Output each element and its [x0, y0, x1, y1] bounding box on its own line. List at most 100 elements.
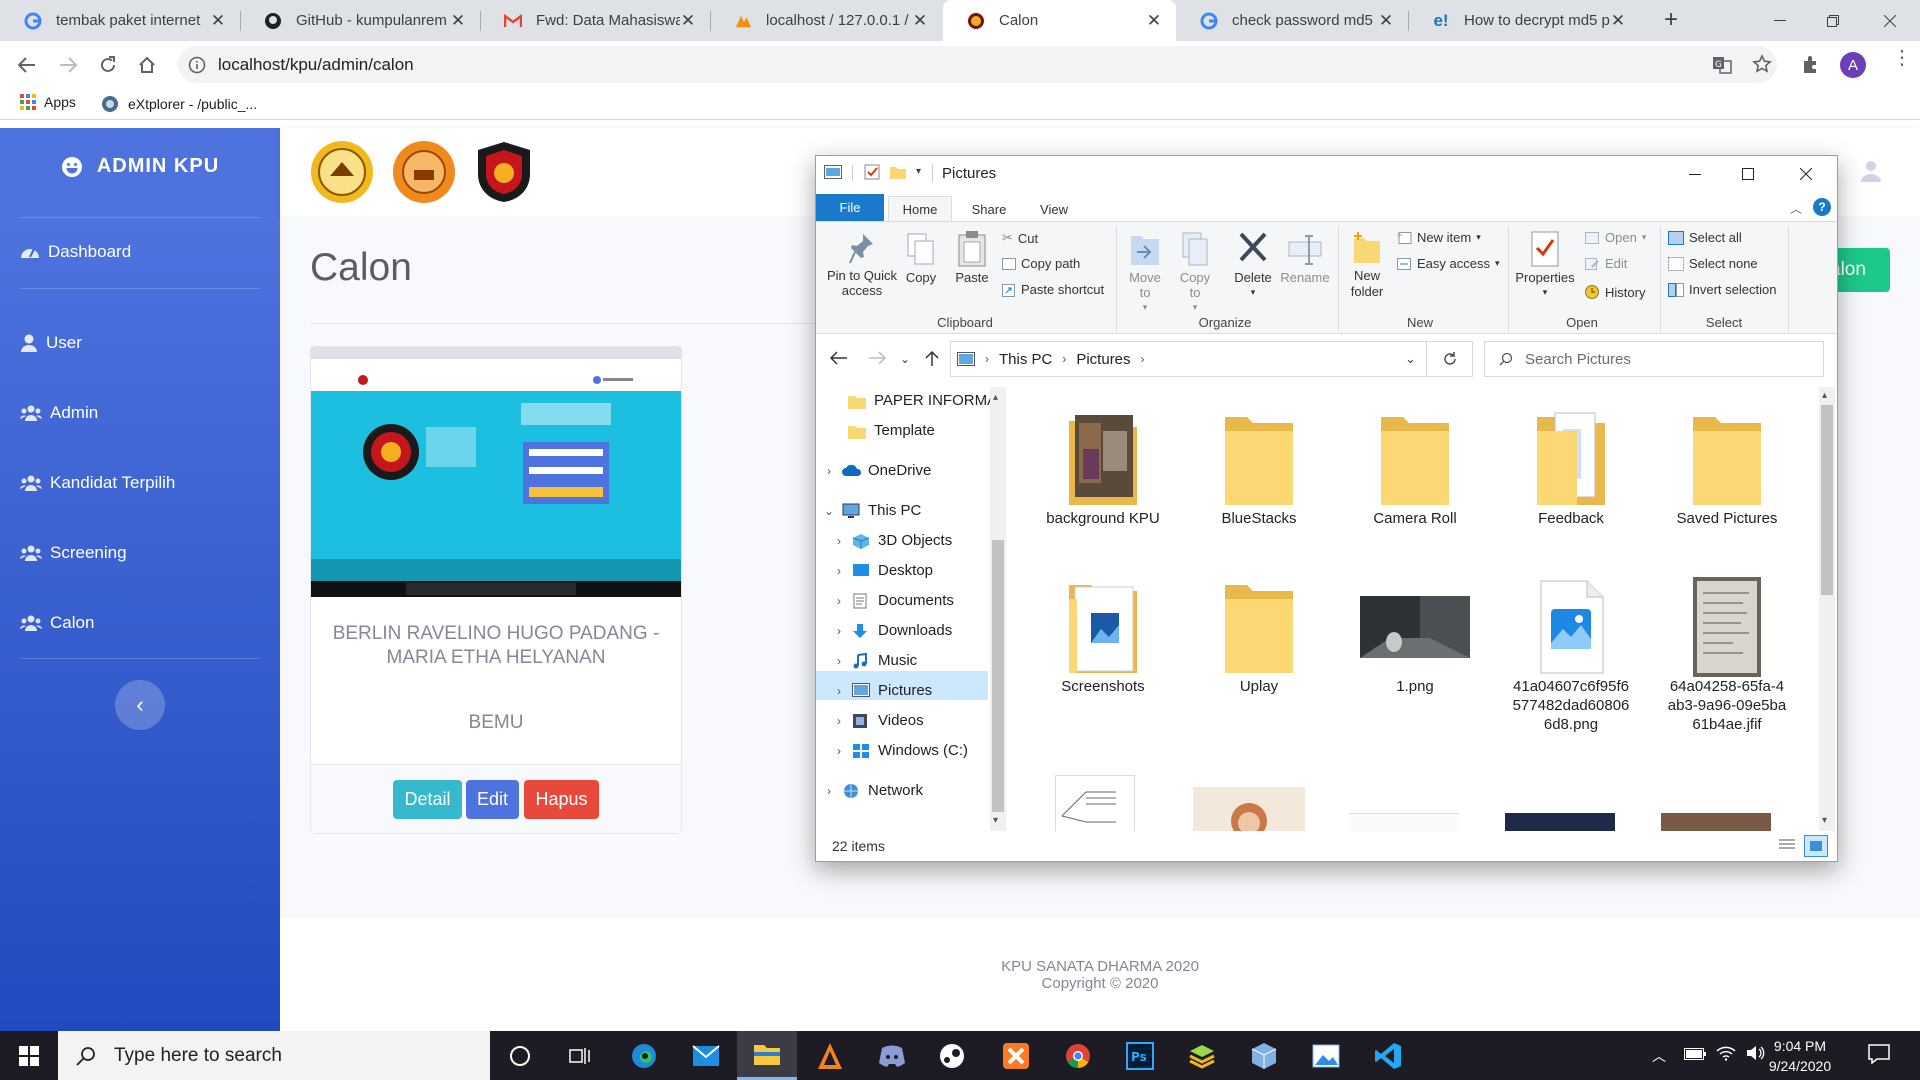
file-item[interactable]: Uplay — [1199, 577, 1319, 696]
browser-tab-active[interactable]: Calon ✕ — [943, 0, 1176, 41]
show-hidden-icons-icon[interactable]: ︿ — [1652, 1046, 1666, 1066]
file-explorer-taskbar-icon[interactable] — [737, 1031, 797, 1080]
file-item[interactable]: Feedback — [1511, 409, 1631, 528]
properties-button[interactable]: Properties ▾ — [1512, 230, 1578, 300]
ribbon-tab-share[interactable]: Share — [958, 196, 1020, 222]
tree-item[interactable]: › Windows (C:) — [816, 736, 968, 765]
browser-tab[interactable]: tembak paket internet ✕ — [0, 0, 240, 41]
new-folder-button[interactable]: New folder — [1344, 230, 1390, 300]
tree-item[interactable]: › Videos — [816, 706, 924, 735]
discord-icon[interactable] — [862, 1031, 922, 1080]
explorer-search-input[interactable]: Search Pictures — [1484, 341, 1824, 377]
select-all-button[interactable]: Select all — [1668, 230, 1742, 245]
large-icons-view-icon[interactable] — [1804, 835, 1828, 857]
tree-item[interactable]: › Network — [816, 776, 923, 805]
tree-item[interactable]: › 3D Objects — [816, 526, 952, 555]
chevron-right-icon[interactable]: › — [832, 624, 846, 638]
user-avatar-icon[interactable] — [1860, 160, 1882, 182]
portrait-thumbnail[interactable] — [1193, 787, 1305, 831]
browser-tab[interactable]: localhost / 127.0.0.1 / k ✕ — [710, 0, 942, 41]
file-item[interactable]: background KPU — [1043, 409, 1163, 528]
file-item[interactable]: 1.png — [1349, 577, 1481, 696]
file-item[interactable]: BlueStacks — [1199, 409, 1319, 528]
explorer-maximize-button[interactable] — [1725, 156, 1771, 192]
delete-button-ribbon[interactable]: Delete ▾ — [1230, 230, 1276, 300]
tab-close-icon[interactable]: ✕ — [1146, 11, 1162, 31]
pin-quick-access-button[interactable]: Pin to Quick access — [822, 232, 902, 298]
tree-item[interactable]: › Documents — [816, 586, 954, 615]
select-none-button[interactable]: Select none — [1668, 256, 1758, 271]
chevron-right-icon[interactable]: › — [822, 784, 836, 798]
file-item[interactable]: Saved Pictures — [1667, 409, 1787, 528]
battery-icon[interactable] — [1684, 1048, 1706, 1060]
system-clock[interactable]: 9:04 PM 9/24/2020 — [1760, 1036, 1840, 1076]
paste-shortcut-button[interactable]: Paste shortcut — [1002, 282, 1104, 297]
vscode-icon[interactable] — [1358, 1031, 1418, 1080]
easy-access-button[interactable]: Easy access ▾ — [1396, 256, 1500, 271]
chevron-right-icon[interactable]: › — [822, 464, 836, 478]
file-item[interactable]: Screenshots — [1043, 577, 1163, 696]
chevron-right-icon[interactable]: › — [832, 594, 846, 608]
sidebar-item-kandidat-terpilih[interactable]: Kandidat Terpilih — [20, 473, 175, 493]
history-button[interactable]: History — [1584, 284, 1645, 300]
tab-close-icon[interactable]: ✕ — [210, 11, 226, 31]
bookmark-extplorer[interactable]: eXtplorer - /public_... — [100, 94, 257, 114]
url-text[interactable]: localhost/kpu/admin/calon — [218, 55, 414, 75]
tab-close-icon[interactable]: ✕ — [912, 11, 928, 31]
browser-tab[interactable]: Fwd: Data Mahasiswa A ✕ — [480, 0, 710, 41]
paste-button[interactable]: Paste — [951, 230, 993, 285]
edit-button[interactable]: Edit — [466, 780, 519, 819]
chevron-right-icon[interactable]: › — [832, 684, 846, 698]
virtualbox-icon[interactable] — [1234, 1031, 1294, 1080]
address-dropdown-icon[interactable]: ⌄ — [1405, 351, 1416, 367]
scrollbar-thumb[interactable] — [1821, 405, 1833, 595]
open-button[interactable]: Open ▾ — [1584, 230, 1646, 245]
sidebar-brand[interactable]: ADMIN KPU — [0, 155, 280, 178]
copy-path-button[interactable]: Copy path — [1002, 256, 1080, 271]
chevron-right-icon[interactable]: › — [832, 654, 846, 668]
scroll-up-icon[interactable]: ▴ — [1822, 390, 1827, 401]
qat-dropdown-icon[interactable]: ▾ — [916, 166, 921, 177]
xampp-control-icon[interactable] — [986, 1031, 1046, 1080]
breadcrumb-this-pc[interactable]: This PC — [999, 351, 1052, 368]
sidebar-item-admin[interactable]: Admin — [20, 403, 98, 423]
tab-close-icon[interactable]: ✕ — [680, 11, 696, 31]
bookmark-apps[interactable]: Apps — [20, 94, 76, 110]
restore-button[interactable] — [1805, 0, 1861, 41]
tree-item[interactable]: Template — [816, 416, 935, 445]
bluestacks-icon[interactable] — [1172, 1031, 1232, 1080]
profile-avatar[interactable]: A — [1840, 52, 1866, 78]
new-item-button[interactable]: New item ▾ — [1396, 230, 1481, 245]
chrome-icon[interactable] — [1048, 1031, 1108, 1080]
explorer-address-bar[interactable]: › This PC › Pictures › — [950, 341, 1427, 377]
chevron-down-icon[interactable]: ⌄ — [822, 504, 836, 518]
cortana-icon[interactable] — [490, 1031, 550, 1080]
breadcrumb-pictures[interactable]: Pictures — [1076, 351, 1130, 368]
browser-tab[interactable]: e! How to decrypt md5 p ✕ — [1408, 0, 1640, 41]
detail-button[interactable]: Detail — [393, 780, 462, 819]
photoshop-icon[interactable]: Ps — [1110, 1031, 1170, 1080]
diagram-thumbnail[interactable] — [1055, 775, 1135, 831]
tree-item[interactable]: › Desktop — [816, 556, 933, 585]
home-icon[interactable] — [135, 53, 159, 77]
collapse-ribbon-icon[interactable]: ︿ — [1790, 200, 1802, 217]
file-item[interactable]: 41a04607c6f95f6577482dad608066d8.png — [1511, 577, 1631, 734]
sidebar-item-dashboard[interactable]: Dashboard — [20, 242, 131, 262]
new-folder-qat-icon[interactable] — [890, 165, 906, 179]
copy-button[interactable]: Copy — [900, 232, 942, 285]
scrollbar-thumb[interactable] — [992, 540, 1004, 812]
scroll-down-icon[interactable]: ▾ — [1822, 815, 1827, 826]
edge-icon[interactable] — [614, 1031, 674, 1080]
reload-icon[interactable] — [96, 53, 120, 77]
xampp-icon[interactable] — [800, 1031, 860, 1080]
tab-close-icon[interactable]: ✕ — [450, 11, 466, 31]
refresh-icon[interactable] — [1427, 341, 1473, 377]
delete-button[interactable]: Hapus — [524, 780, 599, 819]
browser-tab[interactable]: GitHub - kumpulanrem ✕ — [240, 0, 480, 41]
sidebar-item-screening[interactable]: Screening — [20, 543, 127, 563]
chevron-right-icon[interactable]: › — [832, 564, 846, 578]
browser-menu-icon[interactable]: ⋮ — [1892, 48, 1912, 68]
minimize-button[interactable] — [1752, 0, 1808, 41]
notifications-icon[interactable] — [1868, 1044, 1890, 1064]
extensions-icon[interactable] — [1801, 55, 1821, 75]
